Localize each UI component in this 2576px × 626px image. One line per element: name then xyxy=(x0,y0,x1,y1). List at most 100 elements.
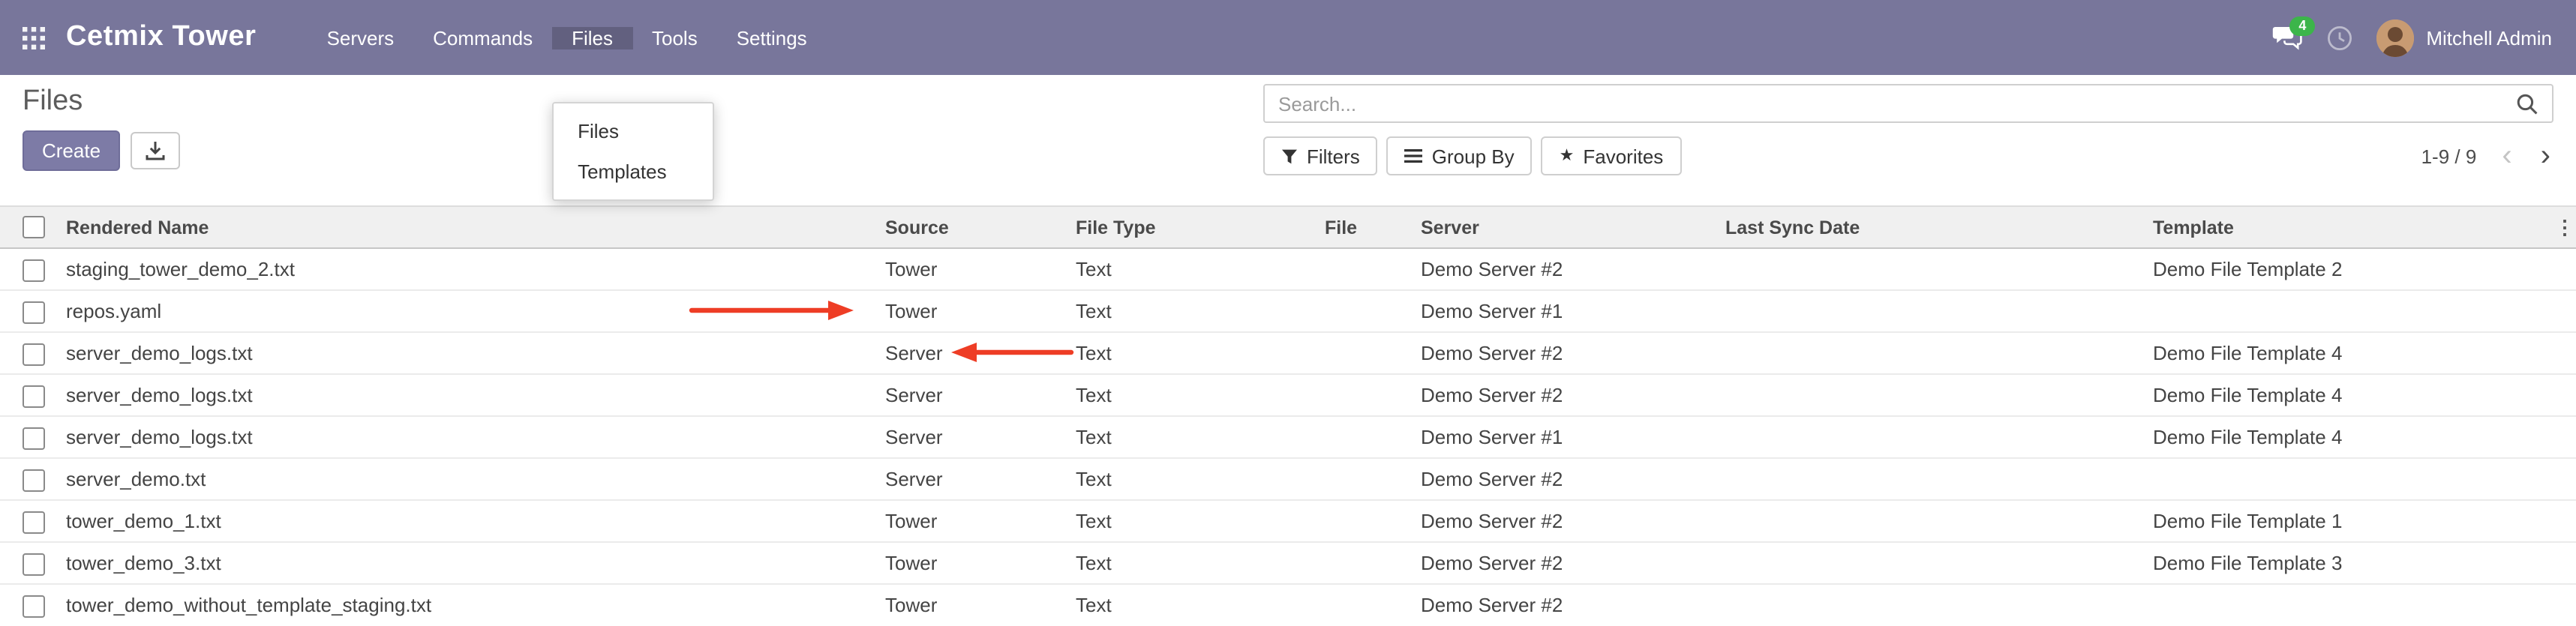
column-header-rendered-name[interactable]: Rendered Name xyxy=(54,206,873,248)
dropdown-item-files[interactable]: Files xyxy=(554,110,713,151)
cell-last-sync-date[interactable] xyxy=(1713,500,2141,542)
cell-file-type[interactable]: Text xyxy=(1064,374,1313,416)
table-row[interactable]: server_demo_logs.txtServerTextDemo Serve… xyxy=(0,374,2576,416)
cell-file-type[interactable]: Text xyxy=(1064,332,1313,374)
cell-template[interactable]: Demo File Template 4 xyxy=(2141,332,2552,374)
row-checkbox[interactable] xyxy=(23,385,45,407)
menu-item-settings[interactable]: Settings xyxy=(717,26,827,49)
cell-file-type[interactable]: Text xyxy=(1064,416,1313,458)
table-row[interactable]: staging_tower_demo_2.txtTowerTextDemo Se… xyxy=(0,248,2576,290)
apps-menu-button[interactable] xyxy=(0,26,66,49)
cell-file[interactable] xyxy=(1313,332,1409,374)
table-row[interactable]: server_demo_logs.txtServerText Demo Serve… xyxy=(0,332,2576,374)
activities-button[interactable] xyxy=(2327,25,2352,50)
table-row[interactable]: repos.yamlTowerTextDemo Server #1 xyxy=(0,290,2576,332)
cell-file[interactable] xyxy=(1313,458,1409,500)
table-row[interactable]: tower_demo_without_template_staging.txtT… xyxy=(0,584,2576,626)
row-checkbox[interactable] xyxy=(23,301,45,323)
optional-columns-toggle[interactable]: ⋮ xyxy=(2552,206,2576,248)
cell-server[interactable]: Demo Server #2 xyxy=(1409,332,1713,374)
cell-template[interactable] xyxy=(2141,584,2552,626)
group-by-button[interactable]: Group By xyxy=(1387,136,1533,175)
cell-server[interactable]: Demo Server #2 xyxy=(1409,500,1713,542)
cell-template[interactable]: Demo File Template 1 xyxy=(2141,500,2552,542)
cell-rendered-name[interactable]: tower_demo_without_template_staging.txt xyxy=(54,584,873,626)
column-header-file[interactable]: File xyxy=(1313,206,1409,248)
cell-server[interactable]: Demo Server #2 xyxy=(1409,584,1713,626)
row-checkbox[interactable] xyxy=(23,259,45,281)
cell-rendered-name[interactable]: server_demo_logs.txt xyxy=(54,416,873,458)
table-row[interactable]: server_demo.txtServerTextDemo Server #2 xyxy=(0,458,2576,500)
cell-rendered-name[interactable]: server_demo.txt xyxy=(54,458,873,500)
cell-rendered-name[interactable]: tower_demo_1.txt xyxy=(54,500,873,542)
search-button[interactable] xyxy=(2502,92,2552,115)
cell-source[interactable]: Tower xyxy=(873,584,1064,626)
pager-previous-button[interactable]: ‹ xyxy=(2499,141,2514,171)
row-checkbox[interactable] xyxy=(23,595,45,618)
row-checkbox[interactable] xyxy=(23,511,45,533)
table-row[interactable]: tower_demo_3.txtTowerText Demo Server #2 D… xyxy=(0,542,2576,584)
cell-file[interactable] xyxy=(1313,416,1409,458)
cell-server[interactable]: Demo Server #1 xyxy=(1409,290,1713,332)
column-header-file-type[interactable]: File Type xyxy=(1064,206,1313,248)
cell-file[interactable] xyxy=(1313,374,1409,416)
cell-source[interactable]: Server xyxy=(873,458,1064,500)
column-header-last-sync-date[interactable]: Last Sync Date xyxy=(1713,206,2141,248)
cell-file-type[interactable]: Text xyxy=(1064,290,1313,332)
cell-template[interactable] xyxy=(2141,290,2552,332)
favorites-button[interactable]: ★ Favorites xyxy=(1542,136,1682,175)
cell-file[interactable] xyxy=(1313,248,1409,290)
cell-last-sync-date[interactable] xyxy=(1713,248,2141,290)
pager-next-button[interactable]: › xyxy=(2538,141,2553,171)
cell-rendered-name[interactable]: server_demo_logs.txt xyxy=(54,332,873,374)
cell-last-sync-date[interactable] xyxy=(1713,374,2141,416)
column-header-server[interactable]: Server xyxy=(1409,206,1713,248)
cell-file[interactable] xyxy=(1313,542,1409,584)
app-brand[interactable]: Cetmix Tower xyxy=(66,21,308,54)
create-button[interactable]: Create xyxy=(23,130,120,171)
cell-server[interactable]: Demo Server #2 xyxy=(1409,542,1713,584)
cell-file-type[interactable]: Text xyxy=(1064,542,1313,584)
cell-template[interactable]: Demo File Template 4 xyxy=(2141,416,2552,458)
cell-template[interactable] xyxy=(2141,458,2552,500)
cell-file-type[interactable]: Text xyxy=(1064,248,1313,290)
row-checkbox[interactable] xyxy=(23,469,45,491)
table-row[interactable]: server_demo_logs.txtServerText Demo Serve… xyxy=(0,416,2576,458)
cell-source[interactable]: Tower xyxy=(873,500,1064,542)
cell-file-type[interactable]: Text xyxy=(1064,584,1313,626)
cell-rendered-name[interactable]: tower_demo_3.txt xyxy=(54,542,873,584)
cell-template[interactable]: Demo File Template 3 xyxy=(2141,542,2552,584)
cell-source[interactable]: Tower xyxy=(873,542,1064,584)
cell-server[interactable]: Demo Server #2 xyxy=(1409,248,1713,290)
table-row[interactable]: tower_demo_1.txtTowerText Demo Server #2 D… xyxy=(0,500,2576,542)
search-input[interactable] xyxy=(1265,92,2502,115)
column-header-source[interactable]: Source xyxy=(873,206,1064,248)
cell-file[interactable] xyxy=(1313,290,1409,332)
select-all-checkbox[interactable] xyxy=(23,216,45,238)
cell-source[interactable]: Server xyxy=(873,416,1064,458)
cell-rendered-name[interactable]: staging_tower_demo_2.txt xyxy=(54,248,873,290)
cell-server[interactable]: Demo Server #1 xyxy=(1409,416,1713,458)
cell-source[interactable]: Server xyxy=(873,332,1064,374)
cell-server[interactable]: Demo Server #2 xyxy=(1409,458,1713,500)
cell-template[interactable]: Demo File Template 4 xyxy=(2141,374,2552,416)
row-checkbox[interactable] xyxy=(23,553,45,575)
cell-file[interactable] xyxy=(1313,500,1409,542)
cell-file-type[interactable]: Text xyxy=(1064,500,1313,542)
menu-item-commands[interactable]: Commands xyxy=(413,26,552,49)
filters-button[interactable]: Filters xyxy=(1263,136,1378,175)
cell-last-sync-date[interactable] xyxy=(1713,542,2141,584)
row-checkbox[interactable] xyxy=(23,427,45,449)
cell-last-sync-date[interactable] xyxy=(1713,332,2141,374)
cell-server[interactable]: Demo Server #2 xyxy=(1409,374,1713,416)
messages-button[interactable]: 4 xyxy=(2271,25,2303,50)
column-header-template[interactable]: Template xyxy=(2141,206,2552,248)
cell-source[interactable]: Tower xyxy=(873,290,1064,332)
menu-item-tools[interactable]: Tools xyxy=(632,26,717,49)
cell-file[interactable] xyxy=(1313,584,1409,626)
dropdown-item-templates[interactable]: Templates xyxy=(554,151,713,191)
cell-source[interactable]: Server xyxy=(873,374,1064,416)
cell-template[interactable]: Demo File Template 2 xyxy=(2141,248,2552,290)
export-button[interactable] xyxy=(131,132,180,169)
menu-item-servers[interactable]: Servers xyxy=(308,26,414,49)
